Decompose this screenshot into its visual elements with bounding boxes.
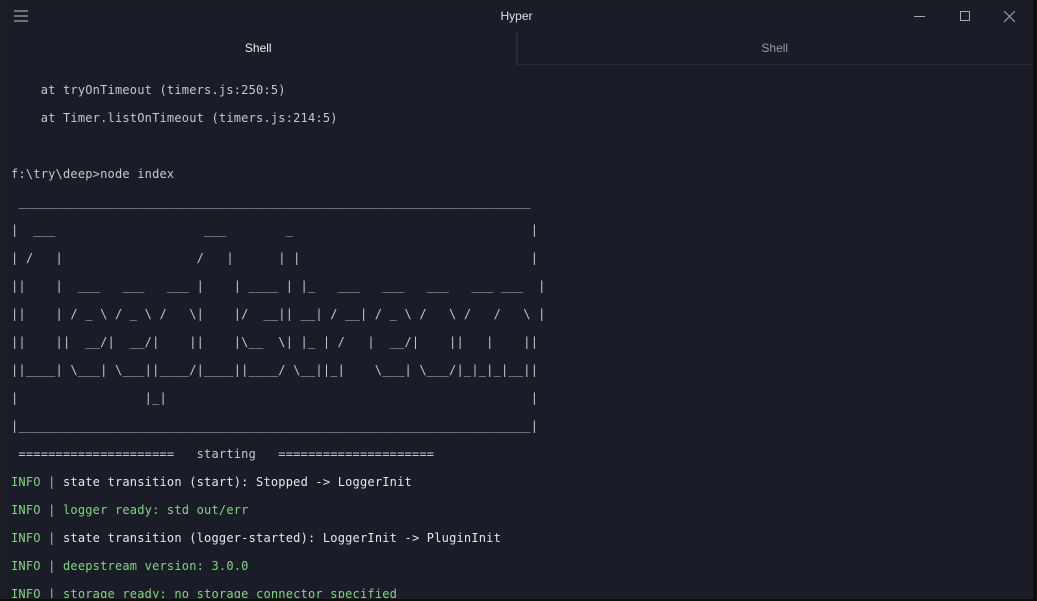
- tab-bar: Shell Shell: [1, 31, 1032, 65]
- minimize-button[interactable]: [897, 1, 942, 31]
- ascii-art-line: |_______________________________________…: [11, 419, 1022, 433]
- output-line: at Timer.listOnTimeout (timers.js:214:5): [11, 111, 1022, 125]
- close-button[interactable]: [987, 1, 1032, 31]
- hyper-window: Hyper Shell Shell at tryOnTimeout (timer…: [0, 0, 1033, 599]
- ascii-art-line: ||____| \___| \___||____/|____||____/ \_…: [11, 363, 1022, 377]
- ascii-art-line: | |_| |: [11, 391, 1022, 405]
- output-line: at tryOnTimeout (timers.js:250:5): [11, 83, 1022, 97]
- window-title: Hyper: [500, 9, 532, 23]
- prompt-line: f:\try\deep>node index: [11, 167, 1022, 181]
- ascii-art-line: || | ___ ___ ___ | | ____ | |_ ___ ___ _…: [11, 279, 1022, 293]
- ascii-art-line: || | / _ \ / _ \ / \| |/ __|| __| / __| …: [11, 307, 1022, 321]
- info-line: INFO | state transition (logger-started)…: [11, 531, 1022, 545]
- tab-label: Shell: [761, 41, 788, 55]
- window-controls: [897, 1, 1032, 31]
- tab-label: Shell: [245, 41, 272, 55]
- tab-shell-2[interactable]: Shell: [517, 31, 1033, 65]
- ascii-art-line: | ___ ___ _ |: [11, 223, 1022, 237]
- maximize-button[interactable]: [942, 1, 987, 31]
- ascii-art-line: | / | / | | | |: [11, 251, 1022, 265]
- titlebar: Hyper: [1, 1, 1032, 31]
- terminal-pane[interactable]: at tryOnTimeout (timers.js:250:5) at Tim…: [1, 65, 1032, 598]
- ascii-art-line: ________________________________________…: [11, 195, 1022, 209]
- starting-banner: ===================== starting =========…: [11, 447, 1022, 461]
- info-line: INFO | logger ready: std out/err: [11, 503, 1022, 517]
- prompt-path: f:\try\deep>: [11, 167, 100, 181]
- info-line: INFO | deepstream version: 3.0.0: [11, 559, 1022, 573]
- tab-shell-1[interactable]: Shell: [1, 31, 517, 65]
- ascii-art-line: || || __/| __/| || |\__ \| |_ | / | __/|…: [11, 335, 1022, 349]
- blank-line: [11, 139, 1022, 153]
- info-line: INFO | state transition (start): Stopped…: [11, 475, 1022, 489]
- command-text: node index: [100, 167, 174, 181]
- hamburger-menu-icon[interactable]: [1, 1, 41, 31]
- info-line: INFO | storage ready: no storage connect…: [11, 587, 1022, 598]
